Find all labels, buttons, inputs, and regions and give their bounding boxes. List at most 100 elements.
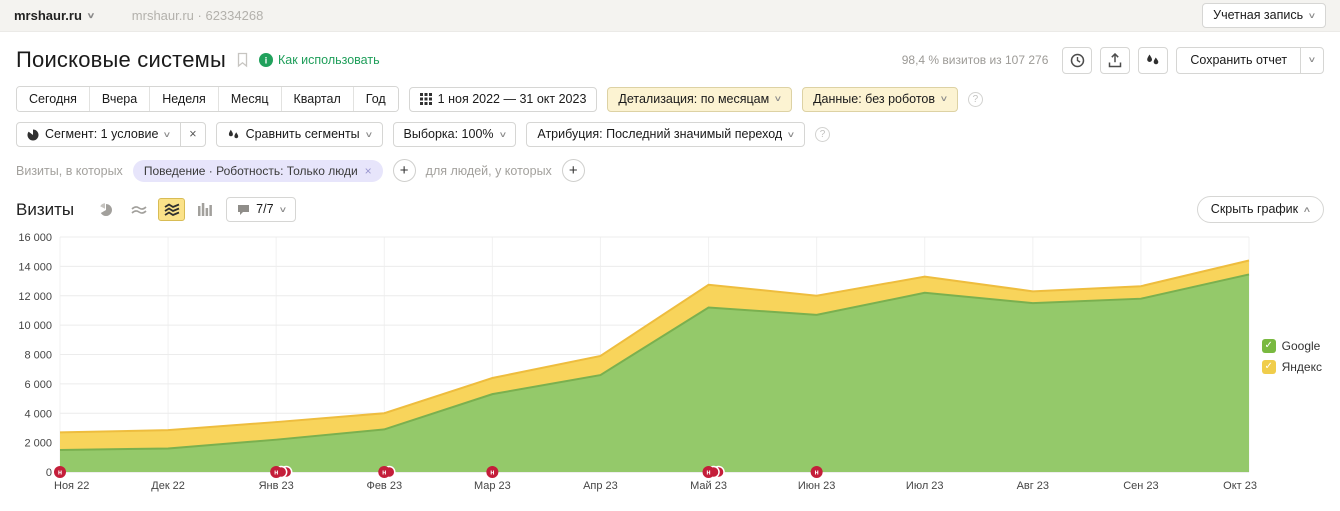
hide-chart-button[interactable]: Скрыть график ∧ (1197, 196, 1324, 223)
drops-icon (227, 129, 240, 141)
svg-text:н: н (490, 470, 494, 477)
chart-type-columns-button[interactable] (191, 198, 218, 221)
legend-item-yandex[interactable]: ✓ Яндекс (1262, 360, 1322, 374)
chart-type-line-button[interactable] (125, 198, 152, 221)
svg-text:н: н (815, 470, 819, 477)
add-people-filter-button[interactable]: + (562, 159, 585, 182)
svg-text:4 000: 4 000 (24, 408, 52, 420)
data-mode-label: Данные: без роботов (813, 92, 935, 107)
compare-segments-label: Сравнить сегменты (246, 127, 360, 142)
counter-meta: mrshaur.ru · 62334268 (132, 8, 264, 23)
attribution-selector[interactable]: Атрибуция: Последний значимый переход ∨ (526, 122, 805, 147)
segments-compare-button[interactable] (1138, 47, 1168, 74)
segment-group: Сегмент: 1 условие ∨ × (16, 122, 206, 147)
svg-text:0: 0 (46, 467, 52, 479)
plus-icon: + (569, 162, 578, 179)
account-button[interactable]: Учетная запись ∨ (1202, 3, 1326, 28)
chevron-down-icon: ∨ (163, 131, 172, 139)
svg-text:Май 23: Май 23 (690, 480, 727, 492)
filter-row: Визиты, в которых Поведение · Роботность… (16, 159, 1324, 182)
counter-switcher[interactable]: mrshaur.ru ∨ (14, 8, 94, 23)
svg-text:н: н (706, 470, 710, 477)
counter-name: mrshaur.ru (14, 8, 82, 23)
visits-chart-area: 02 0004 0006 0008 00010 00012 00014 0001… (16, 229, 1324, 507)
pie-chart-icon (99, 203, 113, 217)
segment-clear-button[interactable]: × (180, 122, 205, 147)
area-chart-icon (164, 203, 180, 216)
preset-month[interactable]: Месяц (218, 87, 281, 111)
checkbox-checked-icon: ✓ (1262, 339, 1276, 353)
save-report-menu-button[interactable]: ∨ (1300, 47, 1324, 74)
visits-stacked-area-chart: 02 0004 0006 0008 00010 00012 00014 0001… (16, 229, 1324, 504)
period-toolbar: Сегодня Вчера Неделя Месяц Квартал Год 1… (16, 86, 1324, 112)
svg-text:Сен 23: Сен 23 (1123, 480, 1158, 492)
legend-item-google[interactable]: ✓ Google (1262, 339, 1322, 353)
save-report-split: Сохранить отчет ∨ (1176, 47, 1324, 74)
date-range-button[interactable]: 1 ноя 2022 — 31 окт 2023 (409, 87, 598, 112)
chart-type-area-button[interactable] (158, 198, 185, 221)
compare-segments-button[interactable]: Сравнить сегменты ∨ (216, 122, 383, 147)
preset-today[interactable]: Сегодня (17, 87, 89, 111)
help-icon[interactable]: ? (815, 127, 830, 142)
svg-text:н: н (58, 470, 62, 477)
preset-yesterday[interactable]: Вчера (89, 87, 149, 111)
info-icon: i (259, 53, 273, 67)
save-report-button[interactable]: Сохранить отчет (1176, 47, 1301, 74)
legend-label-google: Google (1282, 339, 1321, 353)
svg-text:14 000: 14 000 (18, 261, 52, 273)
sampling-selector[interactable]: Выборка: 100% ∨ (393, 122, 517, 147)
title-row: Поисковые системы i Как использовать 98,… (16, 46, 1324, 74)
checkbox-checked-icon: ✓ (1262, 360, 1276, 374)
date-range-label: 1 ноя 2022 — 31 окт 2023 (438, 92, 587, 107)
export-button[interactable] (1100, 47, 1130, 74)
preset-year[interactable]: Год (353, 87, 398, 111)
save-report-label: Сохранить отчет (1190, 53, 1287, 68)
detail-selector[interactable]: Детализация: по месяцам ∨ (607, 87, 792, 112)
svg-text:Фев 23: Фев 23 (366, 480, 402, 492)
clock-icon (1070, 53, 1085, 68)
help-icon[interactable]: ? (968, 92, 983, 107)
plus-icon: + (400, 162, 409, 179)
goals-selector[interactable]: 7/7 ∨ (226, 197, 296, 222)
bookmark-icon[interactable] (236, 52, 249, 68)
chevron-down-icon: ∨ (1308, 12, 1317, 20)
history-button[interactable] (1062, 47, 1092, 74)
remove-filter-icon[interactable]: × (365, 164, 372, 178)
chevron-down-icon: ∨ (364, 131, 373, 139)
visits-filter-prefix: Визиты, в которых (16, 164, 123, 178)
filter-chip-label: Поведение · Роботность: Только люди (144, 164, 358, 178)
svg-text:Ноя 22: Ноя 22 (54, 480, 89, 492)
how-to-use-link[interactable]: i Как использовать (259, 53, 380, 67)
drops-icon (1145, 53, 1161, 67)
chevron-down-icon: ∨ (940, 95, 949, 103)
chart-legend: ✓ Google ✓ Яндекс (1262, 339, 1322, 374)
people-filter-prefix: для людей, у которых (426, 164, 552, 178)
svg-text:н: н (382, 470, 386, 477)
column-chart-icon (198, 203, 212, 216)
svg-text:6 000: 6 000 (24, 379, 52, 391)
account-label: Учетная запись (1213, 8, 1303, 23)
segment-selector[interactable]: Сегмент: 1 условие ∨ (16, 122, 181, 147)
svg-text:Авг 23: Авг 23 (1017, 480, 1049, 492)
chevron-down-icon: ∨ (787, 131, 796, 139)
svg-text:16 000: 16 000 (18, 232, 52, 244)
preset-week[interactable]: Неделя (149, 87, 218, 111)
export-icon (1108, 53, 1122, 68)
attribution-label: Атрибуция: Последний значимый переход (537, 127, 782, 142)
how-to-use-label: Как использовать (278, 53, 380, 67)
chart-type-switcher (92, 198, 218, 221)
svg-text:Дек 22: Дек 22 (151, 480, 185, 492)
filter-chip-robots[interactable]: Поведение · Роботность: Только люди × (133, 160, 383, 182)
hide-chart-label: Скрыть график (1211, 202, 1298, 217)
pie-segment-icon (27, 129, 39, 141)
add-visit-filter-button[interactable]: + (393, 159, 416, 182)
close-icon: × (189, 127, 196, 142)
preset-quarter[interactable]: Квартал (281, 87, 353, 111)
calendar-icon (420, 93, 432, 105)
legend-label-yandex: Яндекс (1282, 360, 1322, 374)
svg-text:8 000: 8 000 (24, 350, 52, 362)
chart-type-pie-button[interactable] (92, 198, 119, 221)
segment-toolbar: Сегмент: 1 условие ∨ × Сравнить сегменты… (16, 122, 1324, 147)
svg-text:Июл 23: Июл 23 (906, 480, 944, 492)
data-mode-selector[interactable]: Данные: без роботов ∨ (802, 87, 958, 112)
